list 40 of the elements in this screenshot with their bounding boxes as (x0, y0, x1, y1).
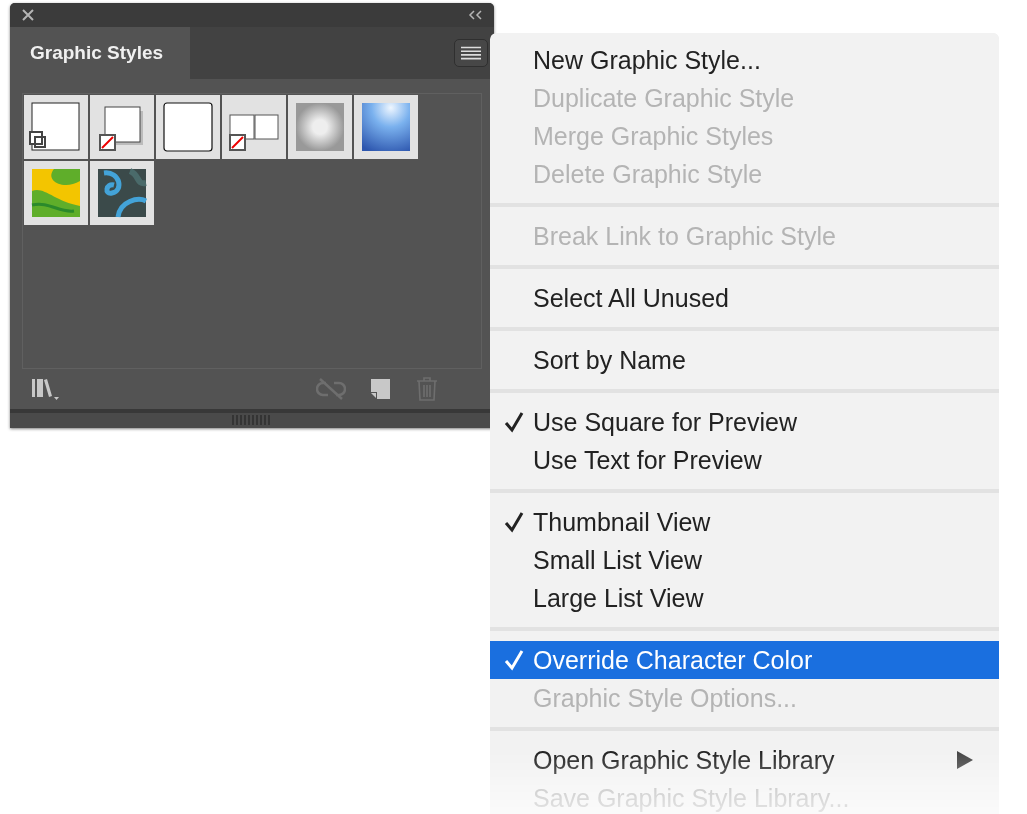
menu-item-label: Break Link to Graphic Style (533, 221, 836, 251)
menu-item[interactable]: Use Text for Preview (490, 441, 999, 479)
collapse-icon[interactable] (468, 9, 484, 20)
menu-item[interactable]: Thumbnail View (490, 503, 999, 541)
menu-item-label: Duplicate Graphic Style (533, 83, 795, 113)
menu-item[interactable]: Large List View (490, 579, 999, 617)
graphic-style-swatch[interactable] (90, 94, 154, 159)
menu-item-label: Large List View (533, 583, 704, 613)
graphic-style-swatch[interactable] (156, 94, 220, 159)
menu-item-label: Override Character Color (533, 645, 813, 675)
menu-item[interactable]: Use Square for Preview (490, 403, 999, 441)
menu-item-label: Open Graphic Style Library (533, 745, 835, 775)
menu-item-label: Delete Graphic Style (533, 159, 763, 189)
menu-item-label: Select All Unused (533, 283, 729, 313)
close-icon[interactable] (21, 7, 35, 22)
menu-item-label: Sort by Name (533, 345, 686, 375)
menu-item-label: Use Text for Preview (533, 445, 762, 475)
graphic-style-swatch[interactable] (288, 94, 352, 159)
graphic-style-swatch[interactable] (222, 94, 286, 159)
graphic-style-swatch[interactable] (354, 94, 418, 159)
menu-item[interactable]: Override Character Color (490, 641, 999, 679)
menu-item-label: Graphic Style Options... (533, 683, 797, 713)
graphic-style-swatch[interactable] (90, 160, 154, 225)
menu-item-label: Merge Graphic Styles (533, 121, 774, 151)
new-page-icon[interactable] (370, 376, 392, 401)
graphic-style-swatch[interactable] (24, 160, 88, 225)
menu-item[interactable]: Sort by Name (490, 341, 999, 379)
menu-item[interactable]: Open Graphic Style Library (490, 741, 999, 779)
panel-menu-button[interactable] (454, 38, 488, 67)
graphic-style-swatch[interactable] (24, 94, 88, 159)
menu-item-label: Small List View (533, 545, 703, 575)
library-icon[interactable] (30, 376, 60, 401)
menu-item[interactable]: New Graphic Style... (490, 41, 999, 79)
menu-item-label: Thumbnail View (533, 507, 711, 537)
menu-item-label: Use Square for Preview (533, 407, 797, 437)
menu-item-label: New Graphic Style... (533, 45, 761, 75)
menu-icon (460, 45, 482, 60)
menu-item[interactable]: Small List View (490, 541, 999, 579)
panel-tab[interactable]: Graphic Styles (10, 26, 190, 79)
menu-item[interactable]: Select All Unused (490, 279, 999, 317)
